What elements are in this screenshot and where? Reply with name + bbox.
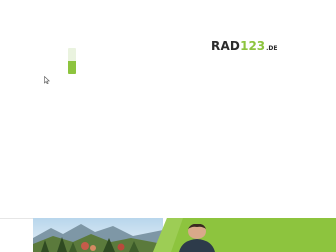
loading-indicator	[68, 48, 76, 74]
logo-text-123: 123	[240, 39, 266, 53]
site-logo[interactable]: RAD 123 .DE	[211, 39, 278, 53]
mouse-pointer-icon	[44, 76, 50, 84]
divider	[0, 218, 33, 219]
hero-person-image	[179, 224, 215, 252]
hero-banner	[33, 218, 336, 252]
logo-text-rad: RAD	[211, 39, 241, 53]
logo-text-tld: .DE	[266, 45, 278, 52]
page: RAD 123 .DE	[0, 0, 336, 252]
hero-landscape-image	[33, 218, 163, 252]
loading-indicator-fill	[68, 61, 76, 74]
